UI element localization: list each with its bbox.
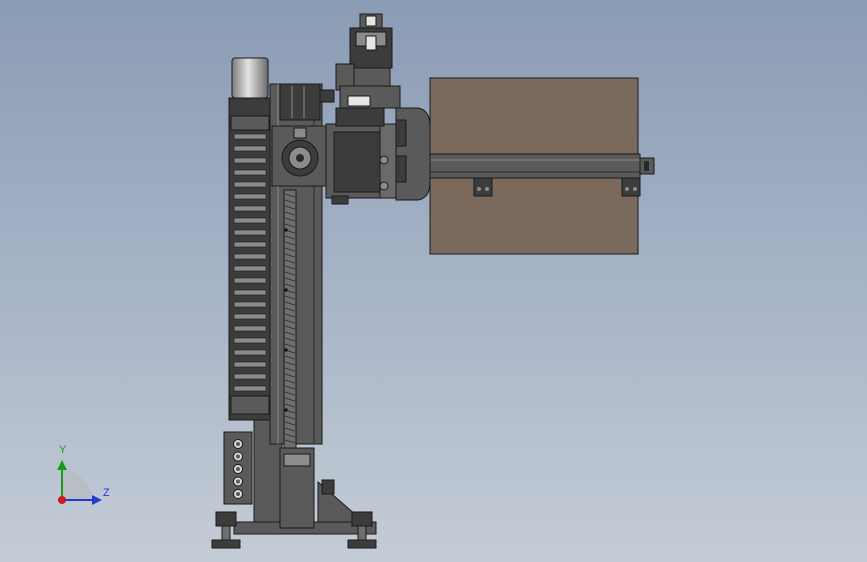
column-bolt xyxy=(284,348,288,352)
column-top-bracket xyxy=(319,89,335,103)
chain-link xyxy=(233,301,267,308)
chain-link xyxy=(233,385,267,392)
column-bolt xyxy=(284,288,288,292)
cable-drag-chain[interactable] xyxy=(228,97,272,421)
gearbox-housing[interactable] xyxy=(325,123,403,205)
chain-link xyxy=(233,133,267,140)
machine-assembly-side-view[interactable] xyxy=(0,0,867,562)
triad-quadrant xyxy=(62,470,92,500)
carriage-block[interactable] xyxy=(271,125,327,187)
chain-link xyxy=(233,277,267,284)
connector-panel[interactable] xyxy=(223,431,253,505)
chain-link xyxy=(233,337,267,344)
chain-link xyxy=(233,205,267,212)
origin-dot xyxy=(58,496,66,504)
chain-link xyxy=(233,157,267,164)
chain-link xyxy=(233,349,267,356)
y-axis-arrow xyxy=(57,460,67,470)
chain-link xyxy=(233,241,267,248)
chain-top-clamp xyxy=(230,115,270,131)
arm-bracket-left xyxy=(473,177,493,197)
end-plate-flange[interactable] xyxy=(395,107,431,201)
coordinate-triad xyxy=(57,460,102,505)
chain-link xyxy=(233,373,267,380)
column-bolt xyxy=(284,228,288,232)
chain-link xyxy=(233,229,267,236)
chain-link xyxy=(233,361,267,368)
chain-bottom-clamp xyxy=(230,395,270,415)
cad-viewport[interactable]: Y Z xyxy=(0,0,867,562)
chain-link xyxy=(233,253,267,260)
y-axis-label: Y xyxy=(59,444,67,456)
servo-motor[interactable] xyxy=(335,13,401,127)
chain-link xyxy=(233,181,267,188)
arm-bracket-right xyxy=(621,177,641,197)
chain-link xyxy=(233,145,267,152)
chain-link xyxy=(233,265,267,272)
chain-link xyxy=(233,313,267,320)
z-axis-label: Z xyxy=(103,487,110,499)
top-roller[interactable] xyxy=(231,57,269,99)
horizontal-arm[interactable] xyxy=(427,153,655,179)
chain-link xyxy=(233,289,267,296)
chain-link xyxy=(233,193,267,200)
chain-link xyxy=(233,217,267,224)
chain-link xyxy=(233,169,267,176)
z-axis-arrow xyxy=(92,495,102,505)
chain-link xyxy=(233,325,267,332)
column-bolt xyxy=(284,408,288,412)
